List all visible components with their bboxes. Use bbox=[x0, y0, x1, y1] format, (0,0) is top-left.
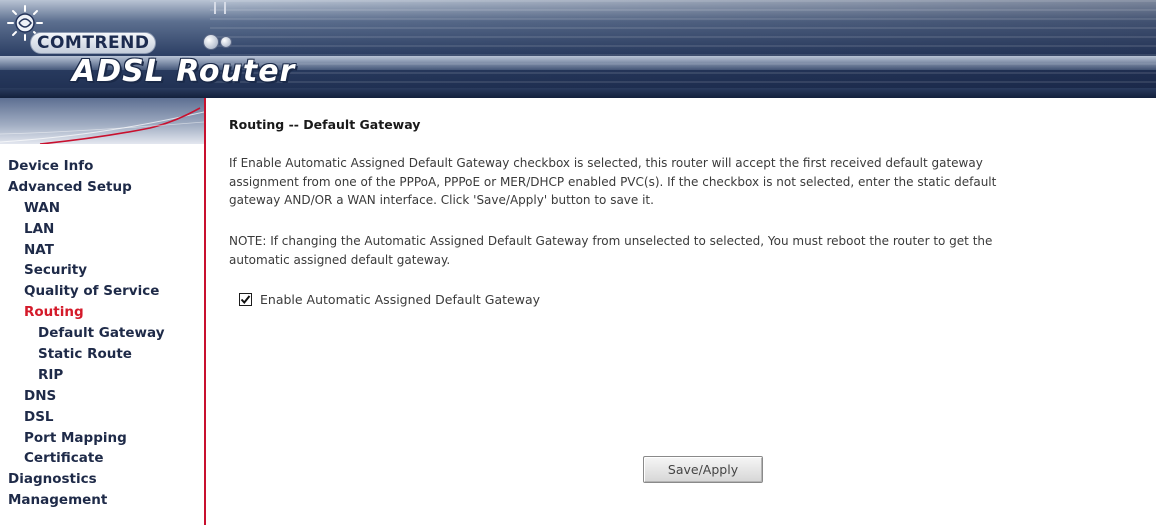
sidebar-item-management[interactable]: Management bbox=[0, 490, 204, 511]
swoosh-graphic bbox=[0, 107, 204, 144]
description-paragraph: If Enable Automatic Assigned Default Gat… bbox=[229, 154, 1149, 210]
sidebar-item-wan[interactable]: WAN bbox=[0, 198, 204, 219]
banner-stripes bbox=[210, 0, 1156, 98]
page-title: Routing -- Default Gateway bbox=[229, 117, 421, 132]
sidebar: Device Info Advanced Setup WAN LAN NAT Securi… bbox=[0, 98, 206, 525]
sidebar-item-security[interactable]: Security bbox=[0, 260, 204, 281]
sidebar-item-dsl[interactable]: DSL bbox=[0, 407, 204, 428]
description-line: gateway AND/OR a WAN interface. Click 'S… bbox=[229, 193, 654, 207]
brand-wordmark: COMTREND bbox=[30, 32, 157, 54]
sidebar-item-nat[interactable]: NAT bbox=[0, 240, 204, 261]
note-line: NOTE: If changing the Automatic Assigned… bbox=[229, 234, 993, 248]
description-line: assignment from one of the PPPoA, PPPoE … bbox=[229, 174, 997, 189]
sidebar-item-rip[interactable]: RIP bbox=[0, 365, 204, 386]
auto-gateway-label: Enable Automatic Assigned Default Gatewa… bbox=[260, 292, 540, 307]
sidebar-item-default-gateway[interactable]: Default Gateway bbox=[0, 323, 204, 344]
sidebar-item-quality-of-service[interactable]: Quality of Service bbox=[0, 281, 204, 302]
sidebar-decoration bbox=[0, 98, 204, 144]
brand-dot-icon bbox=[220, 36, 232, 48]
sidebar-item-advanced-setup[interactable]: Advanced Setup bbox=[0, 177, 204, 198]
note-paragraph: NOTE: If changing the Automatic Assigned… bbox=[229, 232, 1149, 269]
auto-gateway-row: Enable Automatic Assigned Default Gatewa… bbox=[239, 292, 540, 307]
sidebar-item-certificate[interactable]: Certificate bbox=[0, 448, 204, 469]
note-line: automatic assigned default gateway. bbox=[229, 252, 451, 267]
sidebar-item-static-route[interactable]: Static Route bbox=[0, 344, 204, 365]
banner-tick-marks bbox=[214, 2, 226, 14]
banner-bottom-band bbox=[0, 88, 1156, 98]
sidebar-item-port-mapping[interactable]: Port Mapping bbox=[0, 428, 204, 449]
product-title: ADSL Router bbox=[72, 54, 296, 89]
sidebar-nav: Device Info Advanced Setup WAN LAN NAT Securi… bbox=[0, 156, 204, 511]
sidebar-item-lan[interactable]: LAN bbox=[0, 219, 204, 240]
auto-gateway-checkbox[interactable] bbox=[239, 293, 252, 306]
description-line: If Enable Automatic Assigned Default Gat… bbox=[229, 156, 983, 170]
save-apply-button[interactable]: Save/Apply bbox=[643, 456, 763, 483]
brand-dot-icon bbox=[203, 34, 219, 50]
header-banner: COMTREND ADSL Router bbox=[0, 0, 1156, 98]
checkmark-icon bbox=[240, 295, 251, 305]
sidebar-item-dns[interactable]: DNS bbox=[0, 386, 204, 407]
sidebar-item-device-info[interactable]: Device Info bbox=[0, 156, 204, 177]
sidebar-item-diagnostics[interactable]: Diagnostics bbox=[0, 469, 204, 490]
sidebar-item-routing[interactable]: Routing bbox=[0, 302, 204, 323]
main-content: Routing -- Default Gateway If Enable Aut… bbox=[229, 98, 1149, 525]
